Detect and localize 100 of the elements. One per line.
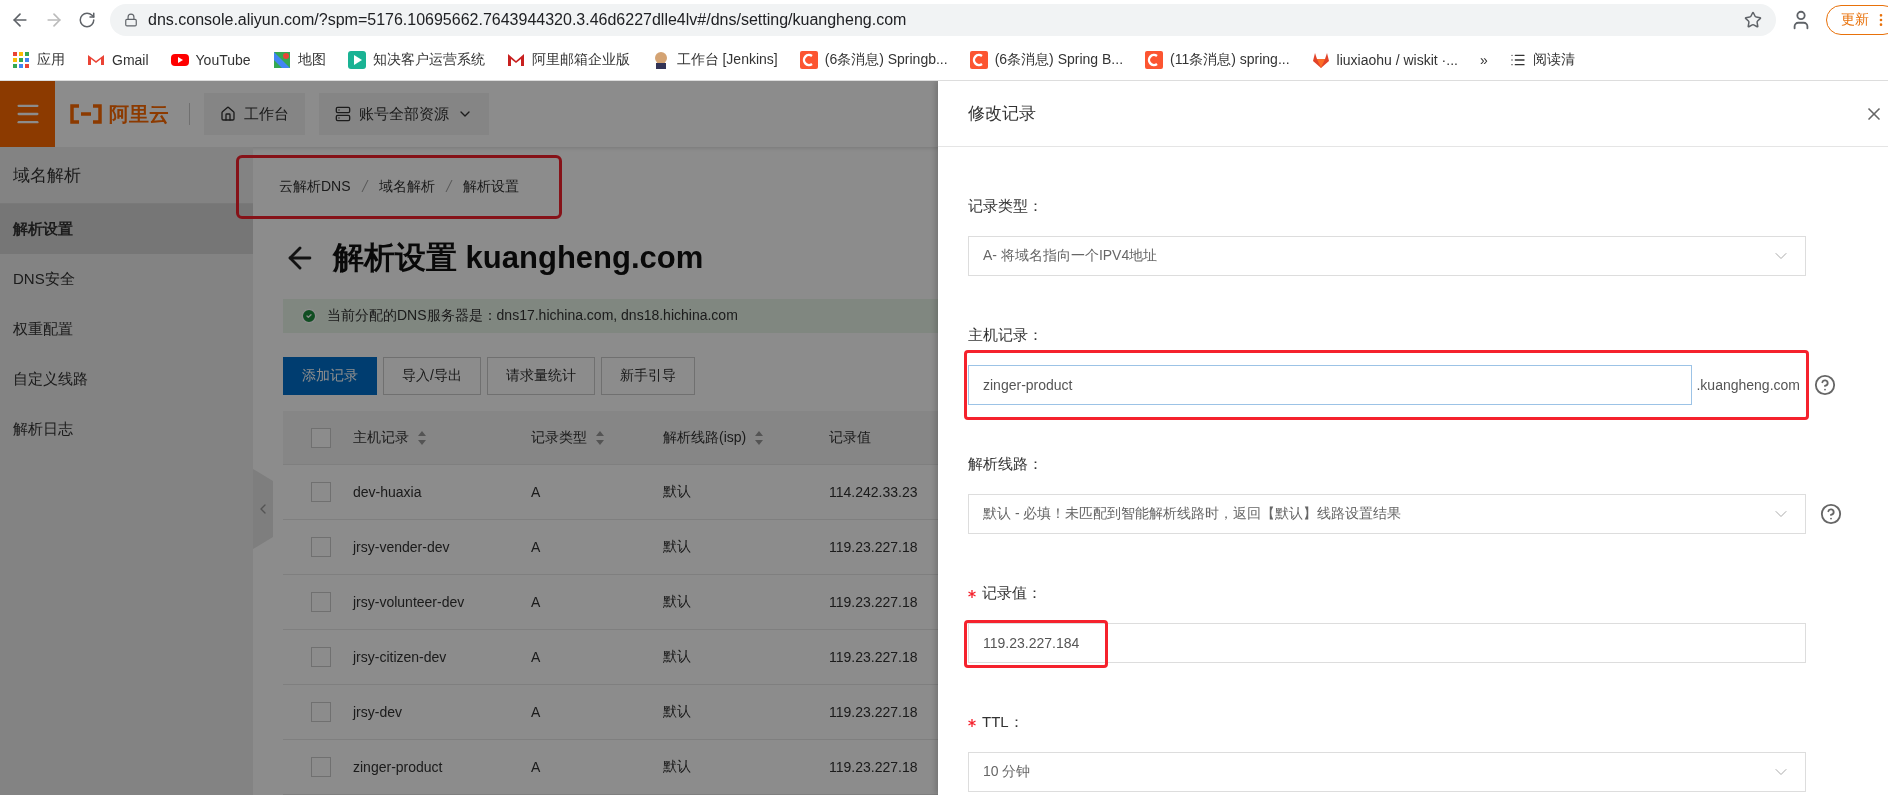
domain-suffix: .kuangheng.com [1695, 377, 1800, 393]
table-cell: 默认 [663, 538, 691, 556]
separator-icon [360, 178, 369, 194]
more-bookmarks[interactable]: » [1479, 52, 1488, 68]
breadcrumb-item[interactable]: 域名解析 [378, 178, 435, 196]
help-icon[interactable] [1820, 503, 1842, 525]
checkbox[interactable] [311, 537, 331, 557]
c-mark-icon [799, 51, 818, 69]
bookmark[interactable]: Gmail [87, 51, 149, 69]
checkbox[interactable] [311, 592, 331, 612]
c-mark-icon [1145, 51, 1164, 69]
mail-icon [506, 51, 525, 69]
table-cell: 默认 [663, 703, 691, 721]
sort-icon[interactable] [754, 429, 765, 446]
table-cell: 119.23.227.18 [829, 539, 918, 555]
menu-button[interactable] [0, 81, 55, 147]
checkbox[interactable] [311, 702, 331, 722]
server-icon [335, 106, 351, 122]
table-cell: jrsy-dev [353, 704, 402, 720]
field-label: 记录类型： [968, 197, 1043, 216]
check-icon [301, 308, 317, 324]
bookmark[interactable]: liuxiaohu / wiskit ·... [1311, 51, 1458, 69]
toolbar-button[interactable]: 添加记录 [283, 357, 377, 395]
table-cell: A [531, 759, 541, 775]
table-cell: zinger-product [353, 759, 443, 775]
table-cell: jrsy-volunteer-dev [353, 594, 465, 610]
home-icon [220, 106, 236, 122]
checkbox[interactable] [311, 647, 331, 667]
bookmark[interactable]: (6条消息) Spring B... [969, 51, 1124, 69]
select-field[interactable]: A- 将域名指向一个IPV4地址 [968, 236, 1806, 276]
address-bar[interactable]: dns.console.aliyun.com/?spm=5176.10695662.7643944320.3.46d6227dlle4lv#/dns/setting/kuangheng.com [110, 4, 1776, 36]
column-header: 记录类型 [531, 428, 587, 447]
sort-icon[interactable] [417, 429, 427, 446]
table-cell: 默认 [663, 758, 691, 776]
input-field[interactable]: zinger-product [968, 365, 1693, 405]
table-cell: A [531, 649, 541, 665]
field-label: 记录值： [982, 584, 1042, 603]
sort-icon[interactable] [595, 429, 605, 446]
breadcrumb-item: 解析设置 [462, 178, 519, 196]
table-cell: 默认 [663, 483, 691, 501]
toolbar-button[interactable]: 导入/导出 [383, 357, 481, 395]
play-icon [347, 51, 366, 69]
breadcrumb-item[interactable]: 云解析DNS [279, 178, 351, 196]
table-cell: A [531, 704, 541, 720]
separator-icon [444, 178, 453, 194]
column-header: 主机记录 [353, 428, 409, 447]
toolbar-button[interactable]: 新手引导 [600, 357, 695, 395]
field-label: 主机记录： [968, 326, 1043, 345]
c-mark-icon [969, 51, 988, 69]
table-cell: 119.23.227.18 [829, 759, 918, 775]
reload-icon[interactable] [78, 11, 96, 29]
table-cell: 默认 [663, 648, 691, 666]
lock-icon [124, 13, 138, 27]
sidebar-item[interactable]: 解析日志 [0, 404, 253, 454]
field-label: 解析线路： [968, 455, 1043, 474]
reading-list-label: 阅读清 [1532, 51, 1575, 69]
resources-dropdown[interactable]: 账号全部资源 [319, 93, 489, 135]
bookmark[interactable]: (11条消息) spring... [1145, 51, 1290, 69]
apps-icon [12, 51, 30, 69]
drawer-title: 修改记录 [968, 103, 1036, 125]
checkbox[interactable] [311, 427, 331, 448]
table-cell: A [531, 484, 541, 500]
sidebar-item[interactable]: 权重配置 [0, 304, 253, 354]
checkbox[interactable] [311, 757, 331, 777]
table-cell: 114.242.33.23 [829, 484, 918, 500]
bookmark[interactable]: 地图 [272, 51, 326, 69]
table-cell: jrsy-citizen-dev [353, 649, 447, 665]
bookmark[interactable]: (6条消息) Springb... [799, 51, 948, 69]
play-icon [170, 51, 189, 69]
table-cell: dev-huaxia [353, 484, 422, 500]
table-cell: 119.23.227.18 [829, 594, 918, 610]
update-button[interactable]: 更新 [1826, 5, 1888, 35]
select-field[interactable]: 默认 - 必填！未匹配到智能解析线路时，返回【默认】线路设置结果 [968, 494, 1806, 534]
table-cell: 默认 [663, 593, 691, 611]
column-header: 解析线路(isp) [663, 428, 747, 447]
bookmark[interactable]: YouTube [170, 51, 251, 69]
table-cell: jrsy-vender-dev [353, 539, 450, 555]
fox-icon [1311, 51, 1330, 69]
field-label: TTL： [982, 713, 1024, 732]
bookmark[interactable]: 工作台 [Jenkins] [651, 51, 778, 69]
select-field[interactable]: 10 分钟 [968, 752, 1806, 792]
table-cell: A [531, 594, 541, 610]
page-title: 解析设置 kuangheng.com [333, 239, 704, 277]
alert-text: 当前分配的DNS服务器是：dns17.hichina.com, dns18.hichina.com [327, 307, 738, 325]
checkbox[interactable] [311, 482, 331, 502]
list-icon [1509, 52, 1526, 68]
column-header: 记录值 [829, 428, 871, 447]
sidebar-item[interactable]: 自定义线路 [0, 354, 253, 404]
table-cell: A [531, 539, 541, 555]
sidebar-item[interactable]: DNS安全 [0, 254, 253, 304]
bracket-icon [69, 104, 103, 124]
reading-list[interactable]: 阅读清 [1509, 51, 1575, 69]
toolbar-button[interactable]: 请求量统计 [486, 357, 595, 395]
workbench-button[interactable]: 工作台 [204, 93, 305, 135]
bookmark[interactable]: 阿里邮箱企业版 [506, 51, 630, 69]
sidebar-item[interactable]: 解析设置 [0, 204, 253, 254]
help-icon[interactable] [1814, 374, 1836, 396]
star-icon[interactable] [1744, 11, 1762, 29]
bookmark[interactable]: 应用 [12, 51, 65, 69]
bookmark[interactable]: 知决客户运营系统 [347, 51, 485, 69]
